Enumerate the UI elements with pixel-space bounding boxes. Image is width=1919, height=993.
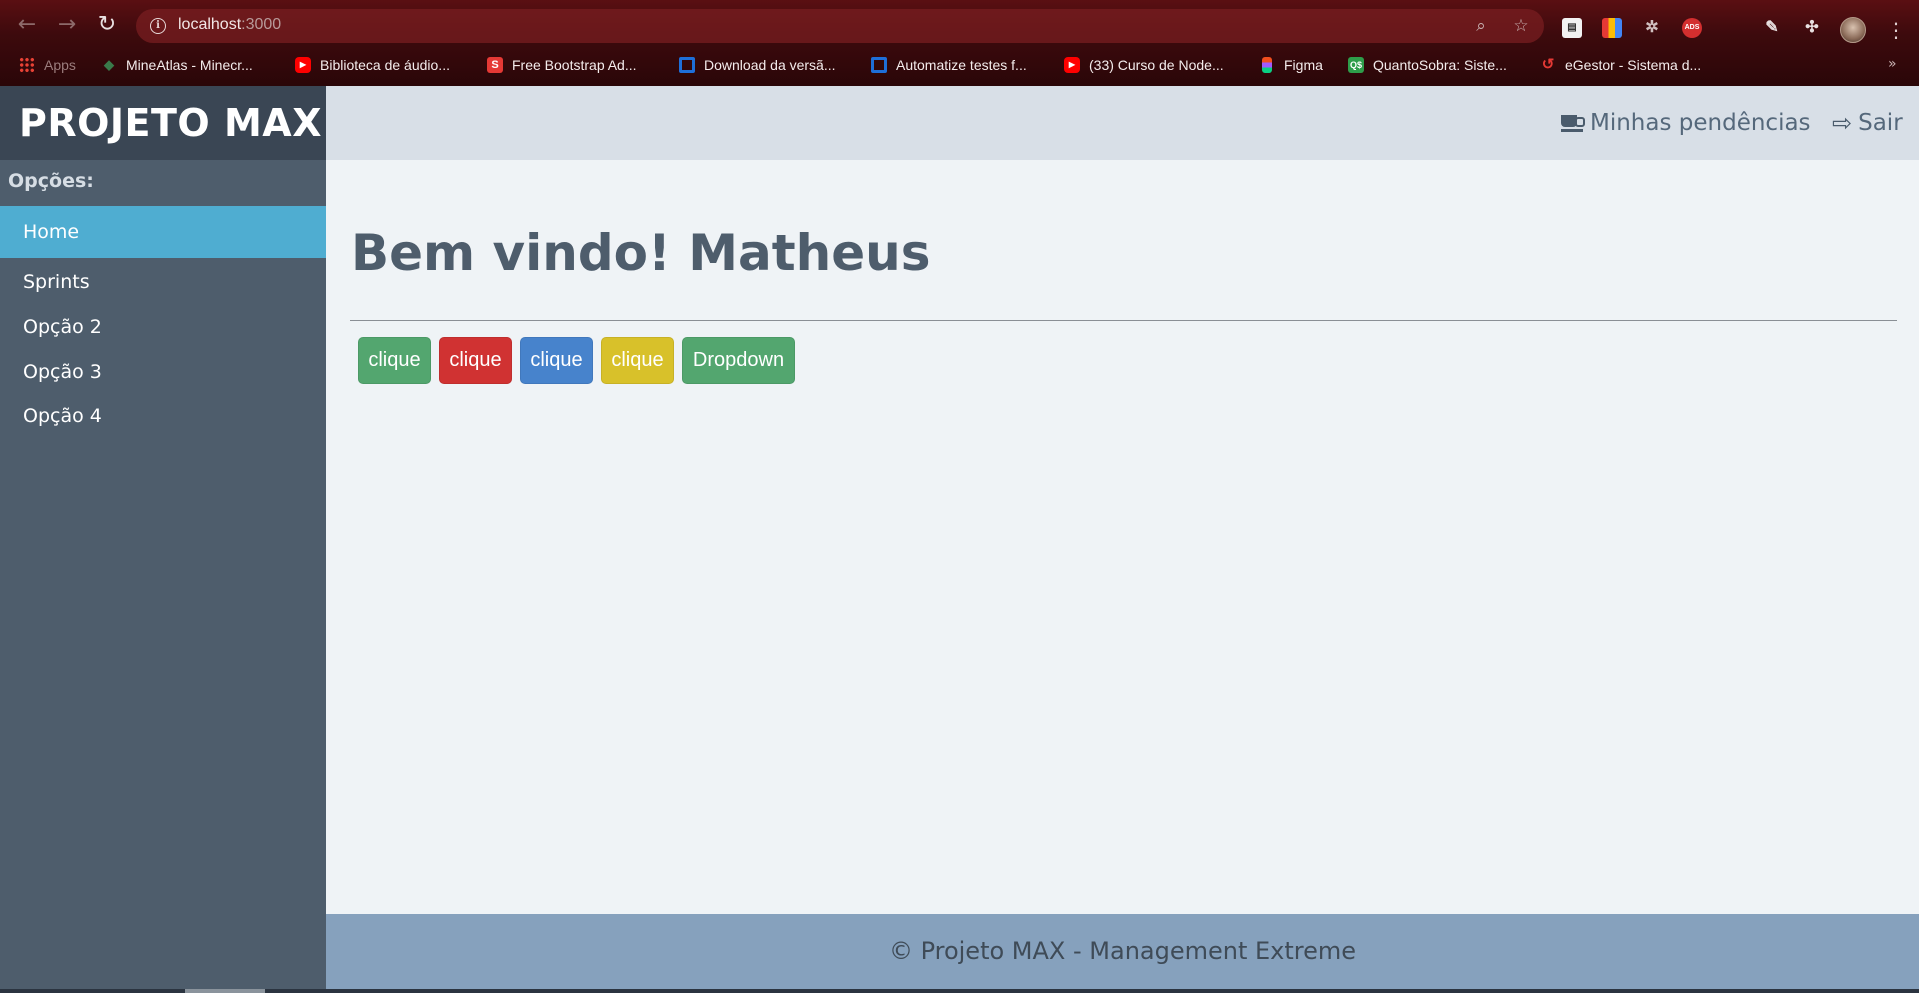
bookmark-mineatlas[interactable]: ◆ MineAtlas - Minecr... <box>101 54 253 76</box>
site-info-icon[interactable]: i <box>150 18 166 34</box>
mineatlas-icon: ◆ <box>104 57 114 72</box>
browser-menu-icon[interactable]: ⋮ <box>1886 18 1906 42</box>
top-navbar: Minhas pendências ⇨ Sair <box>326 86 1919 160</box>
footer-copyright: © Projeto MAX - Management Extreme <box>888 937 1357 965</box>
address-bar[interactable]: i localhost:3000 ⌕ ☆ <box>136 9 1544 43</box>
figma-icon <box>1262 57 1272 73</box>
bookmark-label: Download da versã... <box>704 57 836 73</box>
main-content: Bem vindo! Matheus clique clique clique … <box>326 160 1919 914</box>
sidebar-item-label: Opção 2 <box>23 316 102 338</box>
pending-tasks-label: Minhas pendências <box>1590 110 1811 136</box>
extension-ads-icon[interactable]: ADS <box>1682 18 1702 38</box>
bookmark-label: MineAtlas - Minecr... <box>126 57 253 73</box>
divider <box>350 320 1897 321</box>
clique-button-yellow[interactable]: clique <box>601 337 674 384</box>
sidebar-item-label: Home <box>23 221 80 243</box>
quantosobra-icon: Q$ <box>1348 57 1364 73</box>
bookmark-label: Biblioteca de áudio... <box>320 57 450 73</box>
reload-icon[interactable]: ↻ <box>94 12 120 38</box>
bookmark-download-versao[interactable]: Download da versã... <box>679 54 836 76</box>
browser-chrome: ← → ↻ i localhost:3000 ⌕ ☆ ▤ ✲ ADS ✎ ✣ ⋮… <box>0 0 1919 86</box>
bookmark-label: Free Bootstrap Ad... <box>512 57 637 73</box>
pending-tasks-link[interactable]: Minhas pendências <box>1561 108 1811 138</box>
bookmark-label: Automatize testes f... <box>896 57 1027 73</box>
sidebar-options-label: Opções: <box>8 170 94 192</box>
sidebar-item-label: Opção 4 <box>23 405 102 427</box>
egestor-icon: ↺ <box>1541 56 1555 73</box>
clique-button-blue[interactable]: clique <box>520 337 593 384</box>
bookmark-biblioteca-audio[interactable]: ▶ Biblioteca de áudio... <box>295 54 450 76</box>
dropdown-button[interactable]: Dropdown <box>682 337 795 384</box>
extension-document-icon[interactable]: ▤ <box>1562 18 1582 38</box>
bottom-scrollbar[interactable] <box>0 989 1919 993</box>
square-logo-icon <box>679 57 695 73</box>
youtube-icon: ▶ <box>295 57 311 73</box>
apps-grid-icon <box>19 57 35 73</box>
sidebar-item-opcao-4[interactable]: Opção 4 <box>0 390 326 442</box>
youtube-icon: ▶ <box>1064 57 1080 73</box>
bookmark-quantosobra[interactable]: Q$ QuantoSobra: Siste... <box>1348 54 1507 76</box>
bookmark-apps[interactable]: Apps <box>19 54 76 76</box>
bookmark-label: Figma <box>1284 57 1323 73</box>
zoom-icon[interactable]: ⌕ <box>1471 16 1491 36</box>
back-arrow-icon[interactable]: ← <box>14 12 40 38</box>
bookmark-curso-node[interactable]: ▶ (33) Curso de Node... <box>1064 54 1224 76</box>
bookmarks-overflow-chevron[interactable]: » <box>1888 56 1897 72</box>
coffee-cup-icon <box>1561 113 1585 133</box>
page-title: Bem vindo! Matheus <box>351 224 931 282</box>
extensions-puzzle-icon[interactable]: ✣ <box>1802 18 1822 38</box>
brand-title[interactable]: PROJETO MAX <box>0 86 326 160</box>
logout-link[interactable]: ⇨ Sair <box>1832 108 1903 138</box>
forward-arrow-icon[interactable]: → <box>54 12 80 38</box>
bookmark-label: QuantoSobra: Siste... <box>1373 57 1507 73</box>
clique-button-red[interactable]: clique <box>439 337 512 384</box>
bookmark-label: (33) Curso de Node... <box>1089 57 1224 73</box>
logout-label: Sair <box>1858 110 1903 136</box>
sidebar-item-label: Sprints <box>23 271 90 293</box>
sidebar: PROJETO MAX Opções: Home Sprints Opção 2… <box>0 86 326 993</box>
square-logo-icon <box>871 57 887 73</box>
bookmark-figma[interactable]: Figma <box>1259 54 1323 76</box>
extension-palette-icon[interactable] <box>1602 18 1622 38</box>
bookmark-automatize-testes[interactable]: Automatize testes f... <box>871 54 1027 76</box>
scrollbar-thumb[interactable] <box>185 989 265 993</box>
bookmark-egestor[interactable]: ↺ eGestor - Sistema d... <box>1540 54 1701 76</box>
bookmark-label: Apps <box>44 57 76 73</box>
browser-toolbar: ← → ↻ i localhost:3000 ⌕ ☆ ▤ ✲ ADS ✎ ✣ ⋮ <box>0 6 1919 44</box>
s-logo-icon: S <box>487 57 503 73</box>
bookmark-label: eGestor - Sistema d... <box>1565 57 1702 73</box>
extension-gear-icon[interactable]: ✲ <box>1642 18 1662 38</box>
bookmark-free-bootstrap[interactable]: S Free Bootstrap Ad... <box>487 54 637 76</box>
bookmark-star-icon[interactable]: ☆ <box>1511 16 1531 36</box>
extension-pen-icon[interactable]: ✎ <box>1762 18 1782 38</box>
address-url[interactable]: localhost:3000 <box>178 16 281 34</box>
profile-avatar[interactable] <box>1840 17 1866 43</box>
bookmarks-bar: Apps ◆ MineAtlas - Minecr... ▶ Bibliotec… <box>0 50 1919 80</box>
sign-out-icon: ⇨ <box>1832 109 1853 137</box>
clique-button-green[interactable]: clique <box>358 337 431 384</box>
sidebar-item-home[interactable]: Home <box>0 206 326 258</box>
sidebar-item-label: Opção 3 <box>23 361 102 383</box>
footer: © Projeto MAX - Management Extreme <box>326 914 1919 989</box>
